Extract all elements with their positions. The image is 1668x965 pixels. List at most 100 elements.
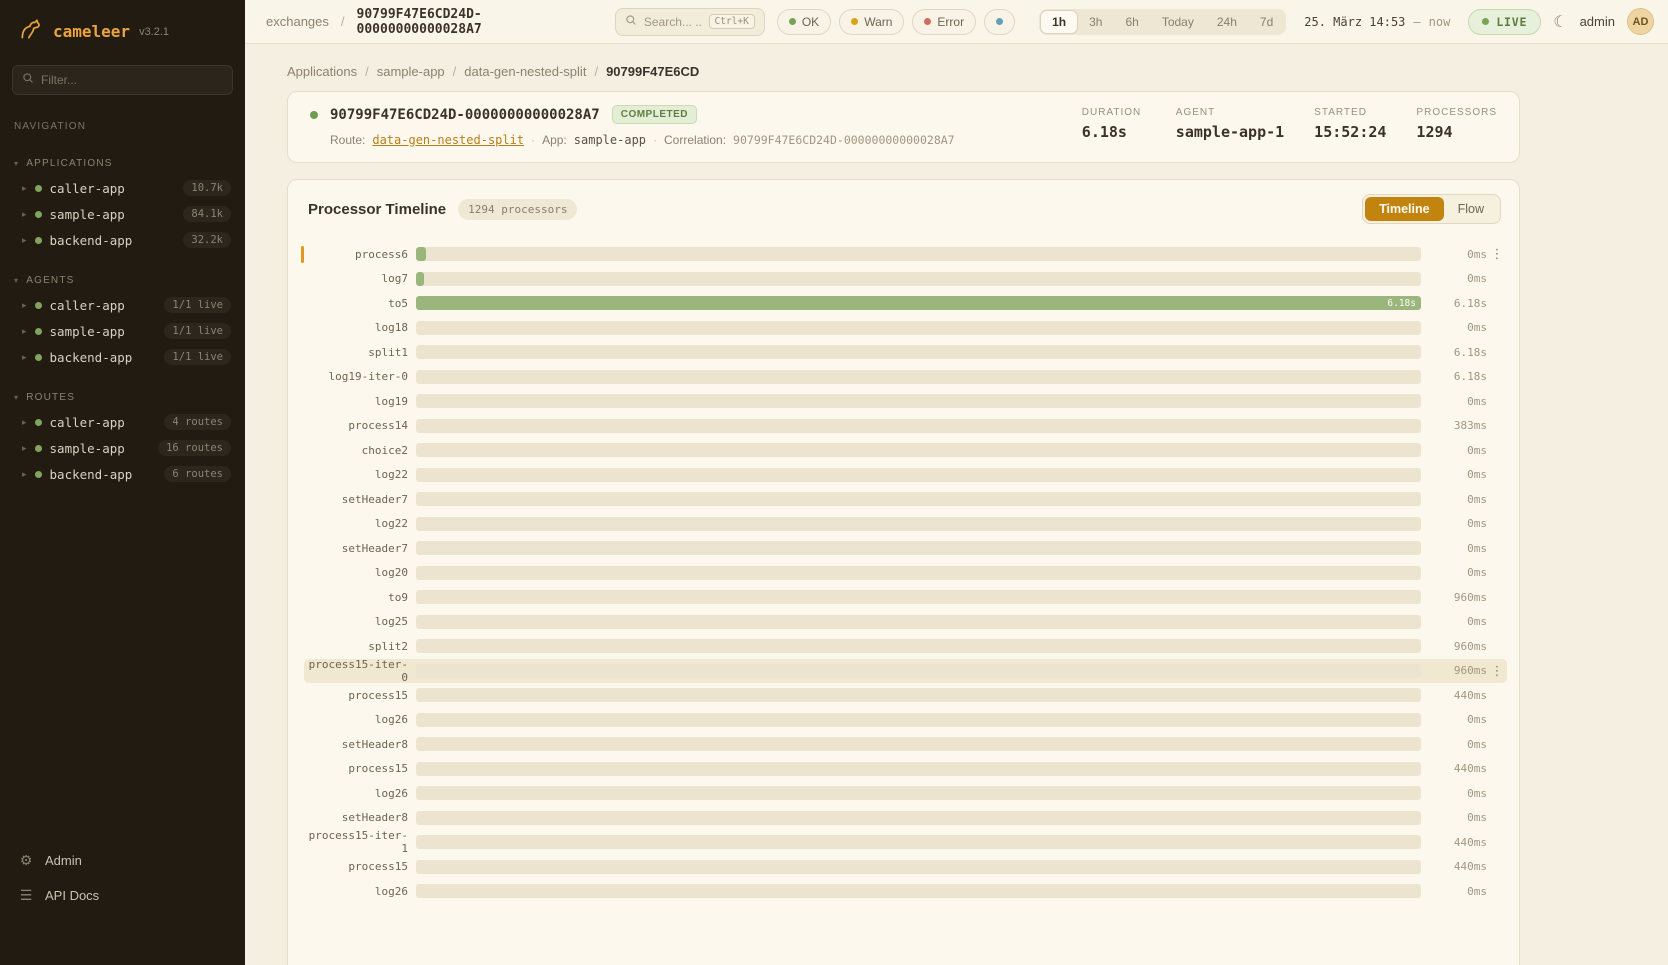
row-duration: 0ms <box>1435 738 1487 751</box>
gear-icon: ⚙ <box>18 852 34 869</box>
timeline-track <box>416 566 1421 580</box>
timeline-row[interactable]: setHeader80ms⋮ <box>304 732 1507 757</box>
time-range-6h[interactable]: 6h <box>1114 11 1149 33</box>
timeline-row[interactable]: process60ms⋮ <box>304 242 1507 267</box>
status-dot <box>35 471 42 478</box>
timeline-row[interactable]: log70ms⋮ <box>304 267 1507 292</box>
processor-name: log19 <box>304 395 408 408</box>
timeline-row[interactable]: log260ms⋮ <box>304 781 1507 806</box>
timeline-row[interactable]: process15440ms⋮ <box>304 683 1507 708</box>
chevron-right-icon: ▸ <box>22 209 27 220</box>
group-header[interactable]: ▾ APPLICATIONS <box>0 154 245 175</box>
route-link[interactable]: data-gen-nested-split <box>372 133 524 147</box>
timeline-row[interactable]: log260ms⋮ <box>304 708 1507 733</box>
status-filter-chip[interactable]: Error <box>912 9 976 35</box>
sidebar-item[interactable]: ▸ sample-app 84.1k <box>0 201 245 227</box>
correlation-value: 90799F47E6CD24D-00000000000028A7 <box>733 133 955 147</box>
timeline-row[interactable]: log180ms⋮ <box>304 316 1507 341</box>
sidebar-item[interactable]: ▸ backend-app 6 routes <box>0 461 245 487</box>
view-tab-timeline[interactable]: Timeline <box>1365 197 1443 221</box>
timeline-track <box>416 884 1421 898</box>
status-filter-chip[interactable]: Warn <box>839 9 904 35</box>
avatar[interactable]: AD <box>1627 8 1654 35</box>
sidebar-item-label: sample-app <box>50 207 176 222</box>
topbar-breadcrumb-root[interactable]: exchanges <box>266 14 329 29</box>
timeline-row[interactable]: to9960ms⋮ <box>304 585 1507 610</box>
sidebar-item[interactable]: ▸ caller-app 10.7k <box>0 175 245 201</box>
time-window-display[interactable]: 25. März 14:53 — now <box>1304 15 1450 29</box>
time-range-today[interactable]: Today <box>1151 11 1205 33</box>
sidebar-filter[interactable] <box>12 65 233 95</box>
timeline-row[interactable]: log260ms⋮ <box>304 879 1507 904</box>
time-range-3h[interactable]: 3h <box>1078 11 1113 33</box>
timeline-row[interactable]: process14383ms⋮ <box>304 414 1507 439</box>
row-duration: 440ms <box>1435 860 1487 873</box>
row-duration: 0ms <box>1435 248 1487 261</box>
sidebar-item-admin[interactable]: ⚙ Admin <box>0 843 245 878</box>
timeline-row[interactable]: split2960ms⋮ <box>304 634 1507 659</box>
timeline-track <box>416 615 1421 629</box>
processor-name: log20 <box>304 566 408 579</box>
time-range-24h[interactable]: 24h <box>1206 11 1248 33</box>
processor-name: split1 <box>304 346 408 359</box>
global-search[interactable]: Ctrl+K <box>615 8 765 36</box>
sidebar-item[interactable]: ▸ sample-app 1/1 live <box>0 318 245 344</box>
time-range-7d[interactable]: 7d <box>1249 11 1284 33</box>
search-input[interactable] <box>644 15 702 29</box>
sidebar-item[interactable]: ▸ sample-app 16 routes <box>0 435 245 461</box>
sidebar-item-api-docs[interactable]: ☰ API Docs <box>0 878 245 913</box>
timeline-row[interactable]: process15-iter-0960ms⋮ <box>304 659 1507 684</box>
sidebar-item[interactable]: ▸ caller-app 4 routes <box>0 409 245 435</box>
row-duration: 440ms <box>1435 836 1487 849</box>
group-header[interactable]: ▾ ROUTES <box>0 388 245 409</box>
stat-value: 15:52:24 <box>1314 123 1386 141</box>
caret-down-icon: ▾ <box>14 276 19 285</box>
docs-icon: ☰ <box>18 887 34 904</box>
kebab-menu-icon[interactable]: ⋮ <box>1487 663 1507 679</box>
timeline-row[interactable]: choice20ms⋮ <box>304 438 1507 463</box>
logo[interactable]: cameleer v3.2.1 <box>0 0 245 55</box>
status-filter-chip[interactable]: OK <box>777 9 831 35</box>
sidebar-item[interactable]: ▸ caller-app 1/1 live <box>0 292 245 318</box>
stat-label: DURATION <box>1082 107 1146 118</box>
exchange-summary-card: 90799F47E6CD24D-00000000000028A7 COMPLET… <box>287 91 1520 163</box>
sidebar-item[interactable]: ▸ backend-app 1/1 live <box>0 344 245 370</box>
breadcrumb-item[interactable]: data-gen-nested-split <box>464 64 586 79</box>
status-filter-chip[interactable] <box>984 9 1015 35</box>
timeline-row[interactable]: setHeader70ms⋮ <box>304 536 1507 561</box>
dark-mode-toggle-moon-icon[interactable]: ☾ <box>1553 12 1567 32</box>
timeline-row[interactable]: log200ms⋮ <box>304 561 1507 586</box>
meta-separator: · <box>653 133 657 147</box>
breadcrumb-item[interactable]: Applications <box>287 64 357 79</box>
timeline-row[interactable]: setHeader80ms⋮ <box>304 806 1507 831</box>
timeline-bar <box>416 247 426 261</box>
live-toggle[interactable]: LIVE <box>1468 9 1541 35</box>
sidebar-item-badge: 6 routes <box>164 466 231 482</box>
timeline-row[interactable]: log220ms⋮ <box>304 463 1507 488</box>
timeline-row[interactable]: process15440ms⋮ <box>304 757 1507 782</box>
stat-block: PROCESSORS 1294 <box>1416 107 1497 141</box>
timeline-row[interactable]: split16.18s⋮ <box>304 340 1507 365</box>
sidebar-item-badge: 10.7k <box>183 180 231 196</box>
group-header[interactable]: ▾ AGENTS <box>0 271 245 292</box>
user-name[interactable]: admin <box>1580 14 1615 29</box>
row-duration: 0ms <box>1435 566 1487 579</box>
breadcrumb-item[interactable]: sample-app <box>377 64 445 79</box>
timeline-row[interactable]: log250ms⋮ <box>304 610 1507 635</box>
timeline-row[interactable]: log19-iter-06.18s⋮ <box>304 365 1507 390</box>
view-tab-flow[interactable]: Flow <box>1444 197 1498 221</box>
kebab-menu-icon[interactable]: ⋮ <box>1487 246 1507 262</box>
search-icon <box>22 71 34 89</box>
sidebar-item[interactable]: ▸ backend-app 32.2k <box>0 227 245 253</box>
timeline-row[interactable]: log220ms⋮ <box>304 512 1507 537</box>
timeline-row[interactable]: process15440ms⋮ <box>304 855 1507 880</box>
view-toggle: TimelineFlow <box>1362 194 1501 224</box>
timeline-row[interactable]: to56.18s6.18s⋮ <box>304 291 1507 316</box>
filter-input[interactable] <box>41 73 223 87</box>
timeline-row[interactable]: setHeader70ms⋮ <box>304 487 1507 512</box>
topbar-breadcrumb-exchange-id: 90799F47E6CD24D-00000000000028A7 <box>357 7 603 37</box>
timeline-row[interactable]: log190ms⋮ <box>304 389 1507 414</box>
sidebar-item-label: caller-app <box>50 181 176 196</box>
time-range-1h[interactable]: 1h <box>1041 11 1077 33</box>
timeline-row[interactable]: process15-iter-1440ms⋮ <box>304 830 1507 855</box>
